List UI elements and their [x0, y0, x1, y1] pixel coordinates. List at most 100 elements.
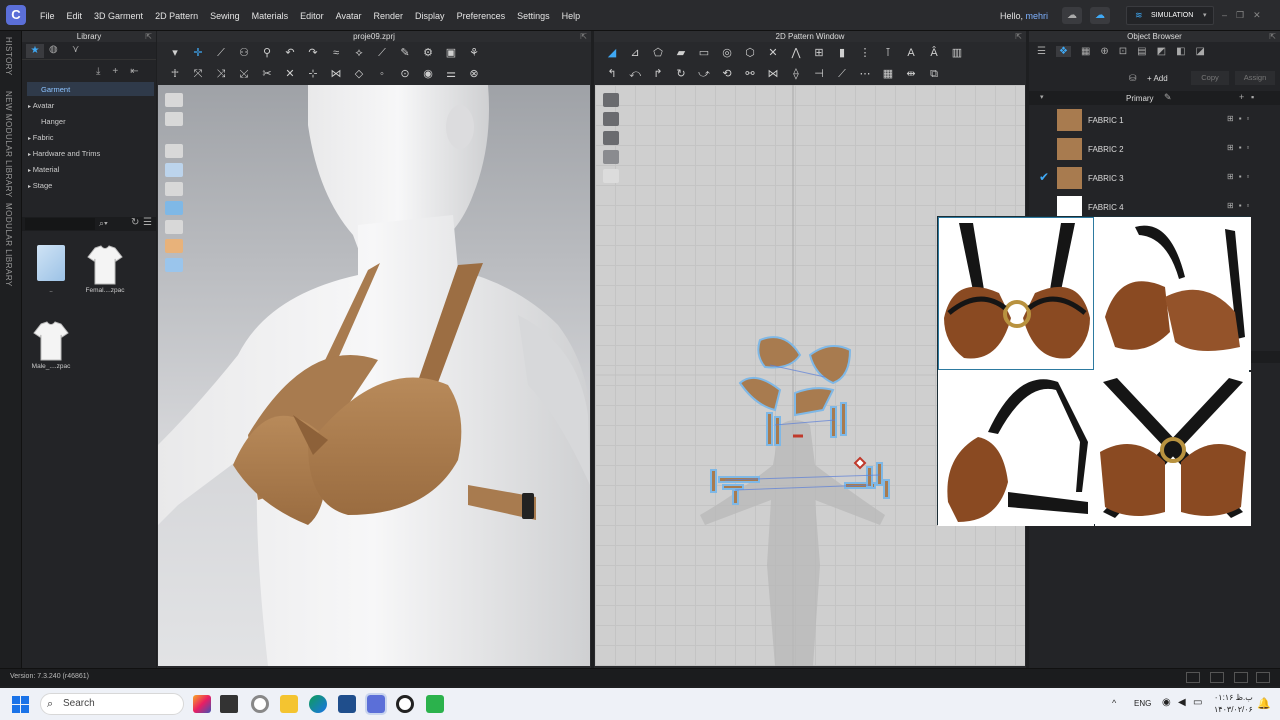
graphic-icon[interactable]: ⊗: [464, 66, 484, 82]
dotted-line-icon[interactable]: ⋯: [855, 66, 875, 82]
internal-lines-icon[interactable]: [603, 150, 619, 164]
add-icon[interactable]: +: [112, 66, 118, 77]
elastic-2d-icon[interactable]: ⚯: [740, 66, 760, 82]
close-icon[interactable]: ✕: [1253, 10, 1261, 21]
garment-tool-icon[interactable]: ⚇: [234, 45, 254, 61]
clock-date[interactable]: ۱۴۰۳/۰۲/۰۶: [1214, 705, 1253, 714]
copilot-icon[interactable]: [193, 695, 211, 713]
tree-item-fabric[interactable]: ▸ Fabric: [28, 133, 54, 142]
pin-icon[interactable]: ⚲: [257, 45, 277, 61]
display-pressure-icon[interactable]: [165, 220, 183, 234]
fabric-actions-icon[interactable]: ⊞▪▫: [1227, 114, 1254, 123]
popout-icon[interactable]: ⇱: [1015, 31, 1022, 42]
layout-split-icon[interactable]: [1210, 672, 1224, 683]
camtasia-icon[interactable]: [426, 695, 444, 713]
ruler-icon[interactable]: ▥: [947, 45, 967, 61]
file-female-zpac[interactable]: Femal....zpac: [85, 245, 125, 294]
wifi-icon[interactable]: ◉: [1162, 697, 1171, 708]
cloud-icon[interactable]: ☁: [1062, 7, 1082, 24]
tree-item-hardware-and-trims[interactable]: ▸ Hardware and Trims: [28, 149, 100, 158]
file-explorer-icon[interactable]: [280, 695, 298, 713]
pleat-icon[interactable]: ⟠: [786, 66, 806, 82]
flatten-icon[interactable]: ⤨: [211, 66, 231, 82]
arrange-icon[interactable]: ⤧: [188, 66, 208, 82]
grid-icon[interactable]: ▦: [878, 66, 898, 82]
layout-quad-icon[interactable]: [1256, 672, 1270, 683]
edit-pattern-icon[interactable]: ⊿: [625, 45, 645, 61]
menu-display[interactable]: Display: [409, 11, 451, 21]
puckering-icon[interactable]: ⋈: [326, 66, 346, 82]
check-sewing-icon[interactable]: ↻: [671, 66, 691, 82]
collapse-icon[interactable]: ▾: [1040, 93, 1044, 101]
tuck-icon[interactable]: ✂: [257, 66, 277, 82]
display-texture-icon[interactable]: [165, 163, 183, 177]
file-male-zpac[interactable]: Male_....zpac: [31, 321, 71, 370]
minimize-icon[interactable]: –: [1222, 10, 1227, 21]
fabric-actions-icon[interactable]: ⊞▪▫: [1227, 143, 1254, 152]
button-tab-icon[interactable]: ⊕: [1100, 46, 1108, 57]
shirring-icon[interactable]: ⋈: [763, 66, 783, 82]
text-icon[interactable]: A: [901, 45, 921, 61]
fabric-actions-icon[interactable]: ⊞▪▫: [1227, 201, 1254, 210]
fabric-item-3[interactable]: ✔ FABRIC 3 ⊞▪▫: [1029, 164, 1280, 192]
trim-tab-icon[interactable]: ◩: [1157, 46, 1166, 57]
menu-edit[interactable]: Edit: [61, 11, 89, 21]
menu-preferences[interactable]: Preferences: [451, 11, 512, 21]
brush-icon[interactable]: ✎: [395, 45, 415, 61]
list-icon[interactable]: ☰: [1037, 46, 1046, 57]
tab-new-modular-library[interactable]: NEW MODULAR LIBRARY: [4, 91, 13, 198]
texture-display-icon[interactable]: [603, 112, 619, 126]
more-icon[interactable]: ▪: [1251, 92, 1254, 102]
back-icon[interactable]: ⇤: [130, 66, 138, 77]
notch-icon[interactable]: ⊺: [878, 45, 898, 61]
layout-tri-icon[interactable]: [1234, 672, 1248, 683]
print-layout-icon[interactable]: ⧉: [924, 66, 944, 82]
rectangle-icon[interactable]: ▭: [694, 45, 714, 61]
clo3d-taskbar-icon[interactable]: [365, 693, 387, 715]
display-fabric-icon[interactable]: [165, 144, 183, 158]
display-avatar-icon[interactable]: [165, 93, 183, 107]
menu-3d-garment[interactable]: 3D Garment: [88, 11, 149, 21]
line-icon[interactable]: ⟋: [372, 45, 392, 61]
refresh-icon[interactable]: ↻: [131, 217, 139, 228]
menu-file[interactable]: File: [34, 11, 61, 21]
grid-tab-icon[interactable]: ▦: [1081, 46, 1090, 57]
annotation-icon[interactable]: Â: [924, 45, 944, 61]
assign-button[interactable]: Assign: [1235, 71, 1275, 85]
display-environment-icon[interactable]: [165, 258, 183, 272]
menu-sewing[interactable]: Sewing: [204, 11, 246, 21]
taskbar-search-input[interactable]: ⌕ Search: [40, 693, 184, 715]
tree-item-avatar[interactable]: ▸ Avatar: [28, 101, 54, 110]
buttonhole-tab-icon[interactable]: ⊡: [1119, 46, 1127, 57]
download-icon[interactable]: ⤓: [96, 66, 100, 77]
stitch-icon[interactable]: ↶: [280, 45, 300, 61]
symmetric-icon[interactable]: ⋮: [855, 45, 875, 61]
tree-item-material[interactable]: ▸ Material: [28, 165, 59, 174]
topstitch-tab-icon[interactable]: ▤: [1137, 46, 1146, 57]
fabric-tab-icon[interactable]: ❖: [1055, 46, 1071, 57]
tab-history[interactable]: HISTORY: [4, 37, 13, 76]
segment-sewing-icon[interactable]: ↰: [602, 66, 622, 82]
simulation-mode-dropdown[interactable]: ≋ SIMULATION ▾: [1126, 6, 1214, 25]
elastic-icon[interactable]: ◇: [349, 66, 369, 82]
file-parent-folder[interactable]: ..: [31, 245, 71, 294]
username[interactable]: mehri: [1026, 11, 1049, 21]
menu-editor[interactable]: Editor: [294, 11, 330, 21]
chrome-icon[interactable]: [251, 695, 269, 713]
3d-viewport[interactable]: [158, 85, 590, 666]
globe-icon[interactable]: ◍: [49, 44, 58, 55]
display-strain-icon[interactable]: [165, 201, 183, 215]
popout-icon[interactable]: ⇱: [1269, 31, 1276, 42]
sync-icon[interactable]: ☁: [1090, 7, 1110, 24]
popout-icon[interactable]: ⇱: [580, 31, 587, 42]
tree-item-garment[interactable]: Garment: [41, 85, 70, 94]
add-button[interactable]: + Add: [1147, 74, 1168, 83]
windows-start-icon[interactable]: [12, 696, 29, 713]
copy-button[interactable]: Copy: [1191, 71, 1229, 85]
task-view-icon[interactable]: [220, 695, 238, 713]
menu-render[interactable]: Render: [368, 11, 410, 21]
fabric-actions-icon[interactable]: ⊞▪▫: [1227, 172, 1254, 181]
puckering-tab-icon[interactable]: ◪: [1196, 46, 1205, 57]
language-indicator[interactable]: ENG: [1134, 699, 1151, 708]
free-sewing-icon[interactable]: ⤺: [625, 66, 645, 82]
